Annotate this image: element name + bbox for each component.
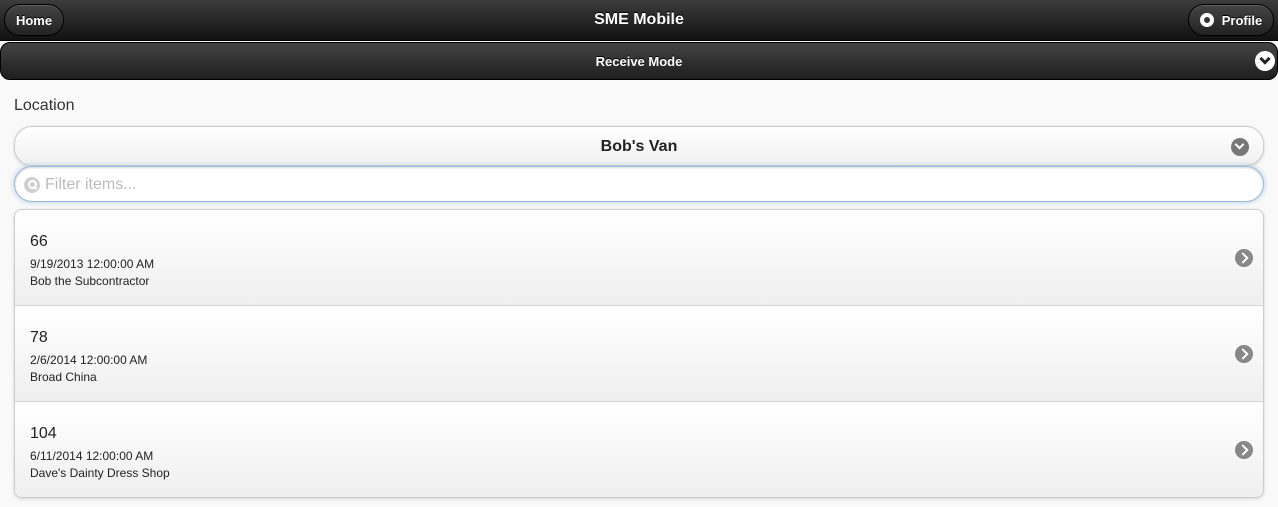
- chevron-right-icon: [1235, 345, 1253, 363]
- item-name: Bob the Subcontractor: [30, 274, 150, 288]
- item-date: 9/19/2013 12:00:00 AM: [30, 257, 155, 271]
- chevron-right-icon: [1235, 441, 1253, 459]
- location-selected-value: Bob's Van: [600, 138, 678, 155]
- item-date: 2/6/2014 12:00:00 AM: [30, 353, 148, 367]
- page-title: SME Mobile: [594, 11, 684, 28]
- header-bar: Home SME Mobile Profile: [0, 0, 1278, 41]
- filter-input[interactable]: [45, 174, 1245, 196]
- chevron-down-icon: [1255, 51, 1275, 71]
- profile-button-label: Profile: [1221, 12, 1263, 28]
- item-list: 66 9/19/2013 12:00:00 AM Bob the Subcont…: [14, 209, 1264, 498]
- list-item[interactable]: 104 6/11/2014 12:00:00 AM Dave's Dainty …: [15, 402, 1263, 497]
- chevron-right-icon: [1235, 249, 1253, 267]
- location-label: Location: [14, 97, 75, 114]
- item-number: 104: [30, 425, 57, 442]
- mode-label: Receive Mode: [595, 54, 683, 69]
- item-name: Broad China: [30, 370, 97, 384]
- item-number: 78: [30, 329, 48, 346]
- list-item[interactable]: 78 2/6/2014 12:00:00 AM Broad China: [15, 306, 1263, 402]
- search-icon: [24, 177, 40, 193]
- location-select[interactable]: Bob's Van: [14, 126, 1264, 166]
- list-item[interactable]: 66 9/19/2013 12:00:00 AM Bob the Subcont…: [15, 210, 1263, 306]
- chevron-down-icon: [1231, 138, 1249, 156]
- item-date: 6/11/2014 12:00:00 AM: [30, 449, 154, 463]
- gear-icon: [1199, 13, 1214, 27]
- profile-button[interactable]: Profile: [1188, 4, 1274, 36]
- mode-selector[interactable]: Receive Mode: [0, 42, 1278, 80]
- item-name: Dave's Dainty Dress Shop: [30, 466, 170, 480]
- item-number: 66: [30, 233, 48, 250]
- filter-field[interactable]: [14, 166, 1264, 202]
